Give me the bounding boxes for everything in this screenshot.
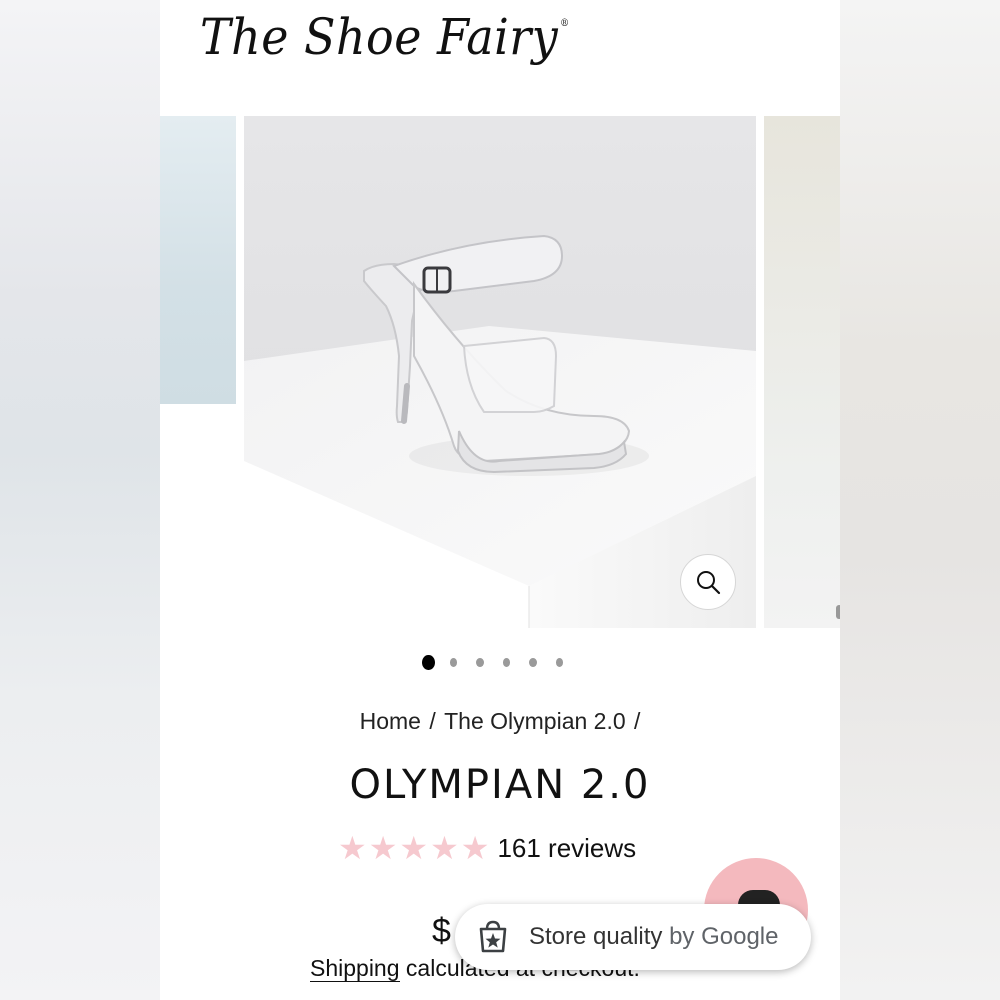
- product-price: $: [432, 912, 451, 950]
- breadcrumb-collection-link[interactable]: The Olympian 2.0: [444, 708, 626, 734]
- badge-text: Store quality by Google: [529, 923, 778, 951]
- star-icon: ★: [399, 829, 429, 867]
- review-count[interactable]: 161 reviews: [497, 833, 636, 864]
- registered-mark: ®: [560, 18, 570, 29]
- gallery-pagination: [422, 654, 582, 670]
- background-blur-left: [0, 0, 160, 1000]
- badge-by-google: by Google: [669, 923, 779, 950]
- product-title: OLYMPIAN 2.0: [349, 762, 651, 808]
- gallery-dot[interactable]: [476, 657, 484, 667]
- zoom-button[interactable]: [680, 554, 736, 610]
- product-main-image[interactable]: [244, 116, 756, 628]
- gallery-dot[interactable]: [555, 657, 563, 667]
- gallery-next-image[interactable]: [764, 116, 840, 628]
- star-icon: ★: [460, 829, 490, 867]
- gallery-dot[interactable]: [502, 657, 510, 667]
- gallery-dot[interactable]: [449, 657, 457, 667]
- brand-logo-text: The Shoe Fairy: [200, 8, 559, 66]
- star-icon: ★: [338, 829, 367, 867]
- breadcrumb-separator: /: [634, 708, 641, 734]
- star-icon: ★: [430, 829, 459, 867]
- shopping-bag-star-icon: [479, 920, 507, 953]
- product-page: The Shoe Fairy ® Home / The Olympian 2.0…: [160, 0, 840, 1000]
- breadcrumb-home-link[interactable]: Home: [360, 708, 421, 734]
- gallery-prev-image[interactable]: [160, 116, 236, 404]
- gallery-dot-active[interactable]: [422, 654, 435, 670]
- gallery-dot[interactable]: [529, 657, 537, 667]
- gallery-scroll-indicator: [836, 605, 840, 619]
- background-blur-right: [840, 0, 1000, 1000]
- brand-logo[interactable]: The Shoe Fairy ®: [200, 8, 570, 66]
- google-store-quality-badge[interactable]: Store quality by Google: [455, 904, 811, 970]
- breadcrumb: Home / The Olympian 2.0 /: [160, 708, 840, 735]
- shoe-photo: [244, 116, 756, 628]
- badge-label: Store quality: [529, 923, 663, 950]
- shipping-link[interactable]: Shipping: [310, 955, 400, 982]
- breadcrumb-separator: /: [429, 708, 436, 734]
- star-icon: ★: [368, 829, 398, 867]
- product-rating[interactable]: ★ ★ ★ ★ ★ 161 reviews: [338, 830, 636, 866]
- search-icon: [697, 571, 721, 595]
